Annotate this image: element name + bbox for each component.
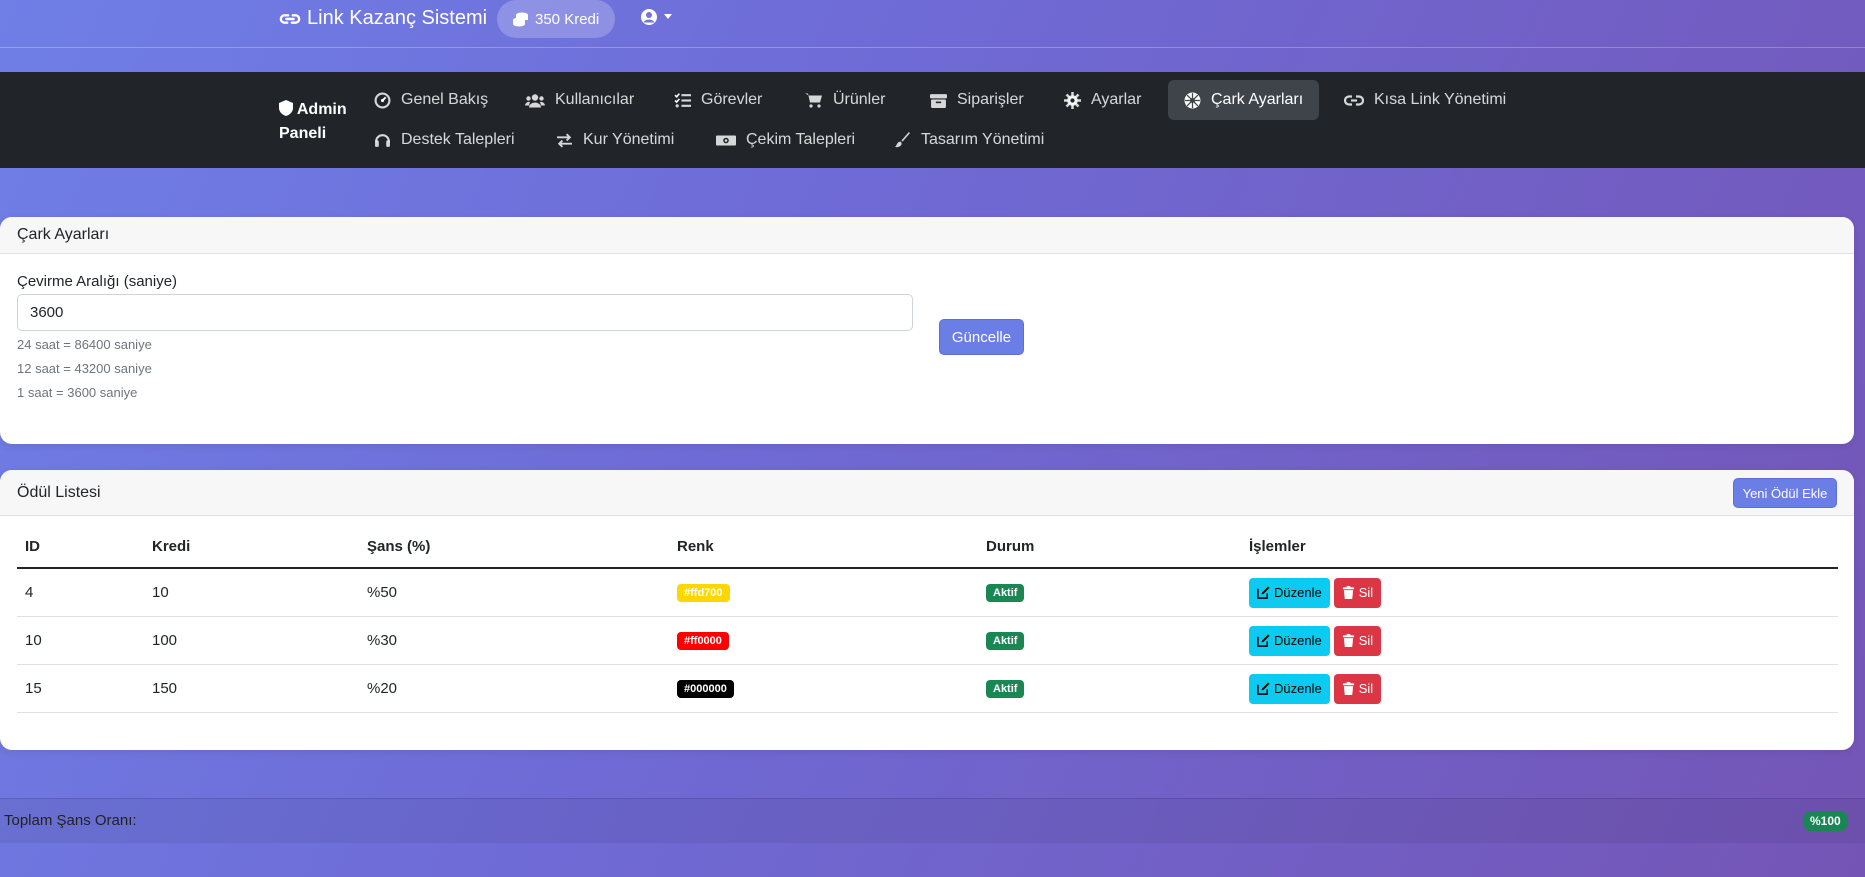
nav-cark-ayarlari[interactable]: Çark Ayarları bbox=[1168, 80, 1320, 120]
edit-icon bbox=[1257, 586, 1270, 599]
credit-amount: 350 Kredi bbox=[535, 10, 600, 28]
table-header-row: ID Kredi Şans (%) Renk Durum İşlemler bbox=[17, 525, 1838, 569]
cell-kredi: 10 bbox=[144, 568, 359, 617]
user-circle-icon bbox=[641, 9, 657, 25]
col-kredi: Kredi bbox=[144, 525, 359, 569]
brand-title: Link Kazanç Sistemi bbox=[307, 7, 488, 29]
cell-sans: %50 bbox=[359, 568, 669, 617]
table-row: 10 100 %30 #ff0000 Aktif Düzenle Sil bbox=[17, 616, 1838, 665]
money-icon bbox=[716, 135, 736, 145]
cell-kredi: 150 bbox=[144, 664, 359, 713]
total-chance-badge: %100 bbox=[1803, 811, 1848, 831]
total-chance-label: Toplam Şans Oranı: bbox=[4, 812, 137, 829]
edit-button[interactable]: Düzenle bbox=[1249, 577, 1330, 608]
wheel-icon bbox=[1184, 92, 1201, 108]
gauge-icon bbox=[374, 92, 391, 108]
status-badge: Aktif bbox=[986, 632, 1025, 650]
exchange-icon bbox=[557, 132, 572, 148]
nav-kullanicilar[interactable]: Kullanıcılar bbox=[509, 80, 650, 120]
top-navbar: Link Kazanç Sistemi 350 Kredi bbox=[0, 0, 1865, 48]
col-sans: Şans (%) bbox=[359, 525, 669, 569]
rewards-header: Ödül Listesi Yeni Ödül Ekle bbox=[0, 470, 1854, 516]
link-icon bbox=[1344, 94, 1364, 106]
interval-input[interactable] bbox=[17, 294, 913, 331]
user-menu-toggle[interactable] bbox=[640, 8, 672, 26]
interval-label: Çevirme Aralığı (saniye) bbox=[17, 273, 178, 290]
col-id: ID bbox=[17, 525, 144, 569]
credit-badge: 350 Kredi bbox=[497, 0, 616, 38]
wheel-settings-card: Çark Ayarları Çevirme Aralığı (saniye) 2… bbox=[0, 217, 1854, 444]
headset-icon bbox=[375, 133, 390, 147]
trash-icon bbox=[1342, 586, 1354, 599]
edit-button[interactable]: Düzenle bbox=[1249, 625, 1330, 656]
status-badge: Aktif bbox=[986, 584, 1025, 602]
delete-button[interactable]: Sil bbox=[1333, 577, 1382, 608]
cell-kredi: 100 bbox=[144, 616, 359, 665]
delete-button[interactable]: Sil bbox=[1333, 673, 1382, 704]
table-row: 4 10 %50 #ffd700 Aktif Düzenle Sil bbox=[17, 568, 1838, 617]
admin-title-line1: Admin bbox=[296, 101, 347, 118]
delete-button[interactable]: Sil bbox=[1333, 625, 1382, 656]
color-badge: #000000 bbox=[677, 680, 734, 698]
hint-1h: 1 saat = 3600 saniye bbox=[17, 385, 138, 400]
update-button[interactable]: Güncelle bbox=[939, 319, 1024, 355]
nav-destek-talepleri[interactable]: Destek Talepleri bbox=[358, 120, 531, 160]
table-row: 15 150 %20 #000000 Aktif Düzenle Sil bbox=[17, 664, 1838, 713]
cart-icon bbox=[805, 93, 822, 108]
nav-tasarim-yonetimi[interactable]: Tasarım Yönetimi bbox=[878, 120, 1060, 160]
nav-ayarlar[interactable]: Ayarlar bbox=[1048, 80, 1157, 120]
nav-cekim-talepleri[interactable]: Çekim Talepleri bbox=[700, 120, 871, 160]
nav-siparisler[interactable]: Siparişler bbox=[914, 80, 1040, 120]
add-reward-button[interactable]: Yeni Ödül Ekle bbox=[1733, 478, 1837, 508]
edit-icon bbox=[1257, 682, 1270, 695]
nav-urunler[interactable]: Ürünler bbox=[789, 80, 901, 120]
hint-12h: 12 saat = 43200 saniye bbox=[17, 361, 152, 376]
color-badge: #ff0000 bbox=[677, 632, 729, 650]
trash-icon bbox=[1342, 682, 1354, 695]
col-durum: Durum bbox=[978, 525, 1241, 569]
nav-kur-yonetimi[interactable]: Kur Yönetimi bbox=[540, 120, 690, 160]
cell-id: 4 bbox=[17, 568, 144, 617]
coins-icon bbox=[513, 12, 528, 27]
nav-genel-bakis[interactable]: Genel Bakış bbox=[358, 80, 504, 120]
tasks-icon bbox=[674, 92, 691, 107]
total-chance-footer: Toplam Şans Oranı: %100 bbox=[0, 798, 1865, 843]
cell-sans: %20 bbox=[359, 664, 669, 713]
gear-icon bbox=[1064, 91, 1081, 109]
caret-down-icon bbox=[664, 14, 672, 19]
admin-panel-title: Admin Paneli bbox=[279, 98, 347, 146]
cell-sans: %30 bbox=[359, 616, 669, 665]
box-icon bbox=[930, 93, 947, 108]
rewards-table: ID Kredi Şans (%) Renk Durum İşlemler 4 … bbox=[17, 525, 1838, 713]
cell-id: 15 bbox=[17, 664, 144, 713]
brush-icon bbox=[895, 131, 910, 147]
rewards-title: Ödül Listesi bbox=[17, 483, 101, 501]
color-badge: #ffd700 bbox=[677, 584, 730, 602]
brand-link[interactable]: Link Kazanç Sistemi bbox=[279, 7, 487, 30]
trash-icon bbox=[1342, 634, 1354, 647]
status-badge: Aktif bbox=[986, 680, 1025, 698]
shield-icon bbox=[279, 100, 293, 116]
link-icon bbox=[279, 13, 301, 24]
nav-gorevler[interactable]: Görevler bbox=[658, 80, 778, 120]
wheel-settings-header: Çark Ayarları bbox=[0, 217, 1854, 254]
users-icon bbox=[525, 93, 545, 107]
nav-kisa-link[interactable]: Kısa Link Yönetimi bbox=[1328, 80, 1522, 120]
col-renk: Renk bbox=[669, 525, 978, 569]
col-islemler: İşlemler bbox=[1241, 525, 1838, 569]
edit-button[interactable]: Düzenle bbox=[1249, 673, 1330, 704]
admin-title-line2: Paneli bbox=[279, 125, 327, 142]
edit-icon bbox=[1257, 634, 1270, 647]
cell-id: 10 bbox=[17, 616, 144, 665]
hint-24h: 24 saat = 86400 saniye bbox=[17, 337, 152, 352]
